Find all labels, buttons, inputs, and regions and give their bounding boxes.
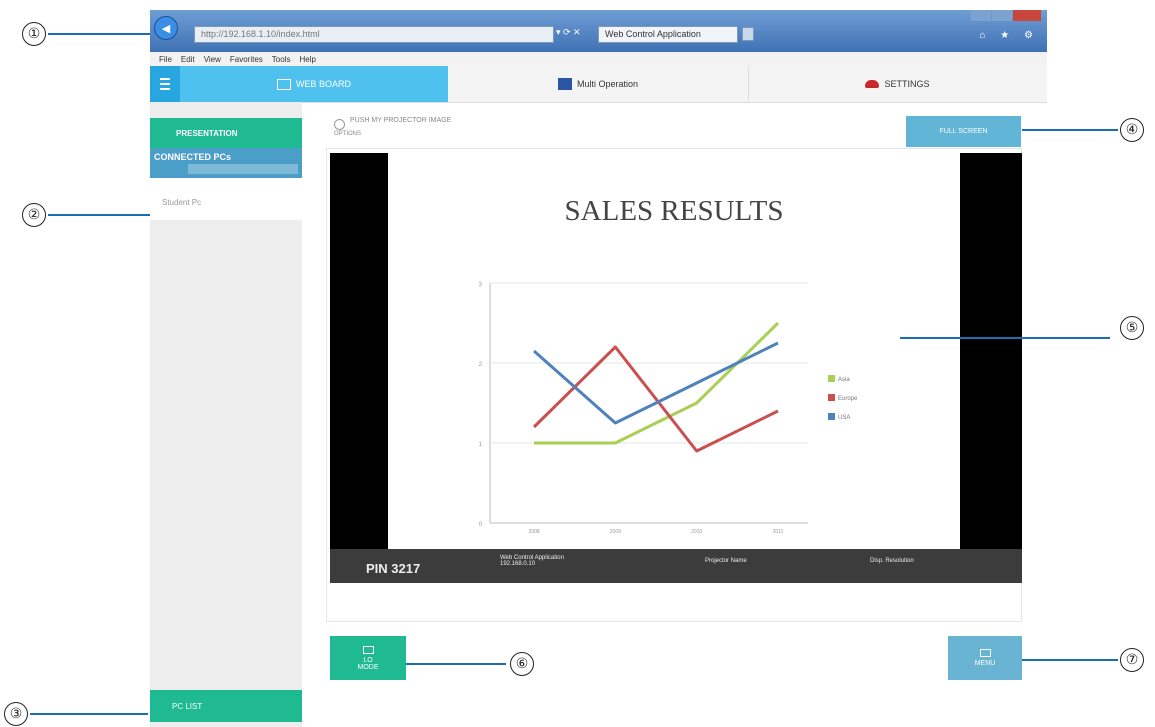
sales-line-chart: 0 1 2 3 2008 2009 2010 2011 Asia Europe USA <box>479 282 858 535</box>
info-app-address: 192.168.0.10 <box>500 561 536 567</box>
address-bar[interactable]: http://192.168.1.10/index.html <box>194 26 554 43</box>
sidebar-connected-sub <box>188 164 298 174</box>
browser-menubar: File Edit View Favorites Tools Help <box>150 52 1047 66</box>
back-arrow-icon[interactable]: ◀ <box>154 16 178 40</box>
close-button[interactable] <box>1013 10 1041 21</box>
new-tab-button[interactable] <box>742 27 754 41</box>
hamburger-menu-icon[interactable] <box>150 66 180 102</box>
menu-button-label: MENU <box>974 660 996 667</box>
callout-3: ③ <box>4 702 28 726</box>
full-screen-button[interactable]: FULL SCREEN <box>906 116 1021 147</box>
address-controls[interactable]: ▾ ⟳ ✕ <box>556 27 581 38</box>
callout-5-line <box>900 337 1110 339</box>
callout-1: ① <box>22 22 46 46</box>
info-projector-name: Projector Name <box>705 558 747 564</box>
x-tick-label: 2008 <box>528 529 539 535</box>
y-tick-label: 2 <box>479 362 483 368</box>
callout-6-line <box>406 663 506 665</box>
sidebar: PRESENTATION CONNECTED PCs Student Pc <box>150 102 302 727</box>
window-controls <box>970 10 1041 21</box>
callout-1-line <box>48 33 150 35</box>
push-image-label: PUSH MY PROJECTOR IMAGE <box>350 117 452 124</box>
slide-content: SALES RESULTS 0 1 2 3 2008 2009 2010 2011 Asia Eu… <box>388 153 960 549</box>
pin-code: PIN 3217 <box>366 561 421 576</box>
preview-info-bar: PIN 3217 Web Control Application 192.168… <box>330 549 1022 583</box>
menu-button[interactable]: MENU <box>948 636 1022 680</box>
browser-tool-icons[interactable]: ⌂ ★ ⚙ <box>979 30 1039 41</box>
x-tick-label: 2009 <box>610 529 621 535</box>
legend-label: Asia <box>838 377 850 383</box>
sidebar-item-student[interactable]: Student Pc <box>150 178 302 220</box>
info-resolution: Disp. Resolution <box>870 558 914 564</box>
x-tick-label: 2011 <box>773 529 784 535</box>
y-tick-label: 0 <box>479 522 483 528</box>
sidebar-connected-title: CONNECTED PCs <box>154 152 232 162</box>
tab-multi-label: Multi Operation <box>576 79 639 89</box>
callout-7: ⑦ <box>1120 648 1144 672</box>
multi-operation-icon <box>557 78 572 90</box>
options-label: OPTIONS <box>334 131 362 137</box>
push-image-radio[interactable] <box>334 119 345 130</box>
callout-3-line <box>30 713 148 715</box>
menu-view[interactable]: View <box>204 55 221 64</box>
tab-settings-label: SETTINGS <box>884 79 930 89</box>
legend-swatch <box>828 375 835 382</box>
board-icon <box>276 78 291 90</box>
callout-2: ② <box>22 203 46 227</box>
menu-help[interactable]: Help <box>299 55 315 64</box>
callout-4: ④ <box>1120 118 1144 142</box>
menu-file[interactable]: File <box>159 55 172 64</box>
callout-6: ⑥ <box>510 652 534 676</box>
legend-swatch <box>828 413 835 420</box>
tab-web-board-label: WEB BOARD <box>295 79 351 89</box>
x-tick-label: 2010 <box>691 529 702 535</box>
minimize-button[interactable] <box>971 10 991 21</box>
browser-tab[interactable]: Web Control Application <box>598 26 738 43</box>
menu-favorites[interactable]: Favorites <box>230 55 263 64</box>
pc-list-button[interactable]: PC LIST <box>150 690 302 722</box>
lo-mode-button[interactable]: LO MODE <box>330 636 406 680</box>
sidebar-presentation[interactable]: PRESENTATION <box>150 118 302 148</box>
settings-icon <box>865 80 880 88</box>
y-tick-label: 3 <box>479 282 483 288</box>
tab-settings[interactable]: SETTINGS <box>748 66 1047 102</box>
menu-tools[interactable]: Tools <box>272 55 291 64</box>
series-line-usa <box>533 341 779 425</box>
app-top-nav: WEB BOARD Multi Operation SETTINGS <box>150 66 1047 103</box>
mode-icon <box>362 645 374 654</box>
lo-mode-label: LO MODE <box>357 656 379 671</box>
legend-swatch <box>828 394 835 401</box>
legend-label: USA <box>838 415 850 421</box>
menu-icon <box>979 649 991 657</box>
callout-5: ⑤ <box>1120 316 1144 340</box>
y-tick-label: 1 <box>479 442 483 448</box>
callout-7-line <box>1022 659 1118 661</box>
legend-label: Europe <box>838 396 858 402</box>
tab-web-board[interactable]: WEB BOARD <box>180 66 448 102</box>
callout-2-line <box>48 214 150 216</box>
callout-4-line <box>1022 129 1118 131</box>
info-app: Web Control Application 192.168.0.10 <box>500 555 564 567</box>
sidebar-item-label: Student Pc <box>162 198 202 207</box>
maximize-button[interactable] <box>992 10 1012 21</box>
tab-multi-operation[interactable]: Multi Operation <box>448 66 749 102</box>
sidebar-connected[interactable]: CONNECTED PCs <box>150 148 302 178</box>
browser-window: ◀ http://192.168.1.10/index.html ▾ ⟳ ✕ W… <box>150 10 1047 52</box>
menu-edit[interactable]: Edit <box>181 55 195 64</box>
